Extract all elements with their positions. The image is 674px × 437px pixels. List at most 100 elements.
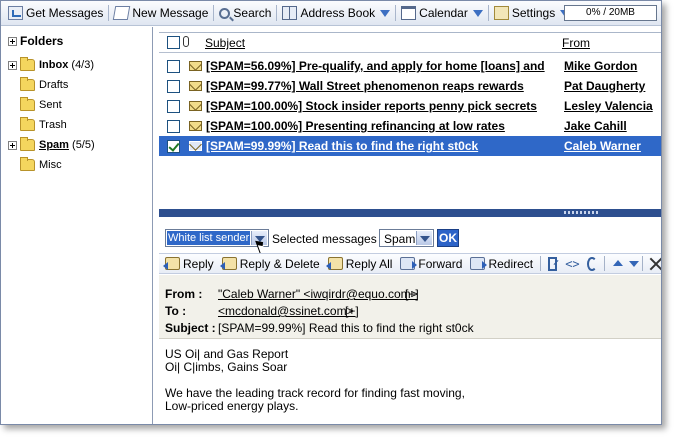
close-icon[interactable] bbox=[649, 257, 657, 271]
message-checkbox[interactable] bbox=[167, 100, 180, 113]
pane-splitter[interactable] bbox=[159, 209, 661, 217]
message-subject[interactable]: [SPAM=99.77%] Wall Street phenomenon rea… bbox=[206, 79, 524, 93]
reply-all-label: Reply All bbox=[345, 256, 393, 271]
message-subject[interactable]: [SPAM=56.09%] Pre-qualify, and apply for… bbox=[206, 59, 545, 73]
folder-name: Drafts bbox=[39, 79, 69, 91]
expand-icon[interactable] bbox=[8, 60, 17, 70]
select-all-checkbox[interactable] bbox=[167, 36, 180, 49]
folder-item-sent[interactable]: Sent bbox=[20, 96, 62, 114]
folder-icon bbox=[20, 77, 35, 91]
toolbar-divider bbox=[276, 5, 278, 21]
folder-icon bbox=[20, 137, 35, 151]
message-subject[interactable]: [SPAM=99.99%] Read this to find the righ… bbox=[206, 139, 478, 153]
folder-count: (5/5) bbox=[72, 139, 95, 151]
attachment-icon bbox=[183, 36, 189, 47]
toolbar-divider bbox=[603, 256, 605, 271]
reply-label: Reply bbox=[183, 256, 214, 271]
reply-delete-button[interactable]: Reply & Delete bbox=[218, 255, 324, 273]
new-message-button[interactable]: New Message bbox=[111, 3, 211, 23]
address-book-button[interactable]: Address Book bbox=[279, 3, 393, 23]
reply-delete-label: Reply & Delete bbox=[239, 256, 320, 271]
to-label: To : bbox=[165, 304, 187, 318]
message-row[interactable]: [SPAM=100.00%] Stock insider reports pen… bbox=[159, 96, 661, 116]
message-from[interactable]: Lesley Valencia bbox=[564, 99, 653, 113]
ok-button[interactable]: OK bbox=[437, 229, 459, 247]
open-envelope-icon bbox=[189, 141, 202, 151]
main-toolbar: Get Messages New Message Search Address … bbox=[1, 1, 661, 26]
from-address[interactable]: "Caleb Warner" <iwqirdr@equo.com> bbox=[218, 287, 418, 301]
subject-value: [SPAM=99.99%] Read this to find the righ… bbox=[218, 321, 474, 335]
redirect-label: Redirect bbox=[488, 256, 534, 271]
view-source-icon[interactable] bbox=[565, 257, 579, 271]
action-select[interactable]: White list sender bbox=[165, 229, 269, 247]
toolbar-divider bbox=[487, 5, 489, 21]
message-row[interactable]: [SPAM=100.00%] Presenting refinancing at… bbox=[159, 116, 661, 136]
message-row[interactable]: [SPAM=99.77%] Wall Street phenomenon rea… bbox=[159, 76, 661, 96]
forward-button[interactable]: Forward bbox=[396, 255, 466, 273]
to-address[interactable]: <mcdonald@ssinet.com> bbox=[218, 304, 354, 318]
message-body: US Oi| and Gas Report Oi| C|imbs, Gains … bbox=[165, 348, 655, 413]
message-row-selected[interactable]: [SPAM=99.99%] Read this to find the righ… bbox=[159, 136, 661, 156]
splitter-grip[interactable] bbox=[564, 211, 598, 214]
subject-label: Subject : bbox=[165, 321, 216, 335]
open-window-icon[interactable] bbox=[547, 256, 558, 271]
toolbar-divider bbox=[395, 5, 397, 21]
message-subject[interactable]: [SPAM=100.00%] Stock insider reports pen… bbox=[206, 99, 537, 113]
folder-item-trash[interactable]: Trash bbox=[20, 116, 67, 134]
chevron-down-icon[interactable] bbox=[416, 231, 432, 245]
settings-icon bbox=[493, 6, 509, 20]
message-from[interactable]: Pat Daugherty bbox=[564, 79, 645, 93]
calendar-icon bbox=[401, 6, 417, 20]
message-row[interactable]: [SPAM=56.09%] Pre-qualify, and apply for… bbox=[159, 56, 661, 76]
message-checkbox[interactable] bbox=[167, 120, 180, 133]
reply-all-icon bbox=[325, 257, 343, 270]
column-subject[interactable]: Subject bbox=[205, 36, 245, 50]
message-from[interactable]: Jake Cahill bbox=[564, 119, 627, 133]
redirect-button[interactable]: Redirect bbox=[466, 255, 537, 273]
message-list: Subject From [SPAM=56.09%] Pre-qualify, … bbox=[159, 32, 661, 210]
folder-item-misc[interactable]: Misc bbox=[20, 156, 62, 174]
search-icon bbox=[219, 7, 231, 19]
search-button[interactable]: Search bbox=[216, 3, 274, 23]
folder-icon bbox=[20, 97, 35, 111]
toolbar-divider bbox=[213, 5, 215, 21]
get-messages-button[interactable]: Get Messages bbox=[5, 3, 106, 23]
message-checkbox[interactable] bbox=[167, 80, 180, 93]
folder-name: Sent bbox=[39, 99, 62, 111]
chevron-down-icon[interactable] bbox=[380, 9, 391, 17]
expand-icon[interactable] bbox=[8, 36, 17, 46]
folder-name: Trash bbox=[39, 119, 67, 131]
folders-root[interactable]: Folders bbox=[8, 32, 63, 50]
reply-all-button[interactable]: Reply All bbox=[324, 255, 397, 273]
folder-item-drafts[interactable]: Drafts bbox=[20, 76, 68, 94]
reply-button[interactable]: Reply bbox=[161, 255, 218, 273]
message-from[interactable]: Caleb Warner bbox=[564, 139, 641, 153]
message-subject[interactable]: [SPAM=100.00%] Presenting refinancing at… bbox=[206, 119, 505, 133]
refresh-icon[interactable] bbox=[587, 256, 597, 271]
folder-icon bbox=[20, 117, 35, 131]
message-header: From : "Caleb Warner" <iwqirdr@equo.com>… bbox=[159, 275, 661, 339]
message-checkbox[interactable] bbox=[167, 60, 180, 73]
column-from[interactable]: From bbox=[562, 36, 590, 50]
settings-button[interactable]: Settings bbox=[491, 3, 573, 23]
folder-name: Spam bbox=[39, 139, 69, 151]
add-recipient-link[interactable]: [+] bbox=[345, 304, 359, 318]
chevron-down-icon[interactable] bbox=[472, 9, 483, 17]
target-folder-select[interactable]: Spam bbox=[379, 229, 434, 247]
message-checkbox[interactable] bbox=[167, 140, 180, 153]
add-sender-link[interactable]: [+] bbox=[405, 287, 419, 301]
webmail-window: Get Messages New Message Search Address … bbox=[0, 0, 662, 425]
previous-message-icon[interactable] bbox=[611, 257, 623, 271]
envelope-icon bbox=[189, 61, 202, 71]
get-messages-icon bbox=[8, 6, 23, 20]
next-message-icon[interactable] bbox=[627, 257, 639, 271]
message-from[interactable]: Mike Gordon bbox=[564, 59, 637, 73]
folder-item-spam[interactable]: Spam (5/5) bbox=[8, 136, 95, 154]
expand-icon[interactable] bbox=[8, 140, 17, 150]
folder-name: Misc bbox=[39, 159, 62, 171]
calendar-button[interactable]: Calendar bbox=[398, 3, 486, 23]
bulk-action-bar: White list sender Selected messages to S… bbox=[159, 227, 661, 251]
folder-item-inbox[interactable]: Inbox (4/3) bbox=[8, 56, 94, 74]
get-messages-label: Get Messages bbox=[26, 6, 104, 20]
body-line: Oi| C|imbs, Gains Soar bbox=[165, 360, 288, 374]
